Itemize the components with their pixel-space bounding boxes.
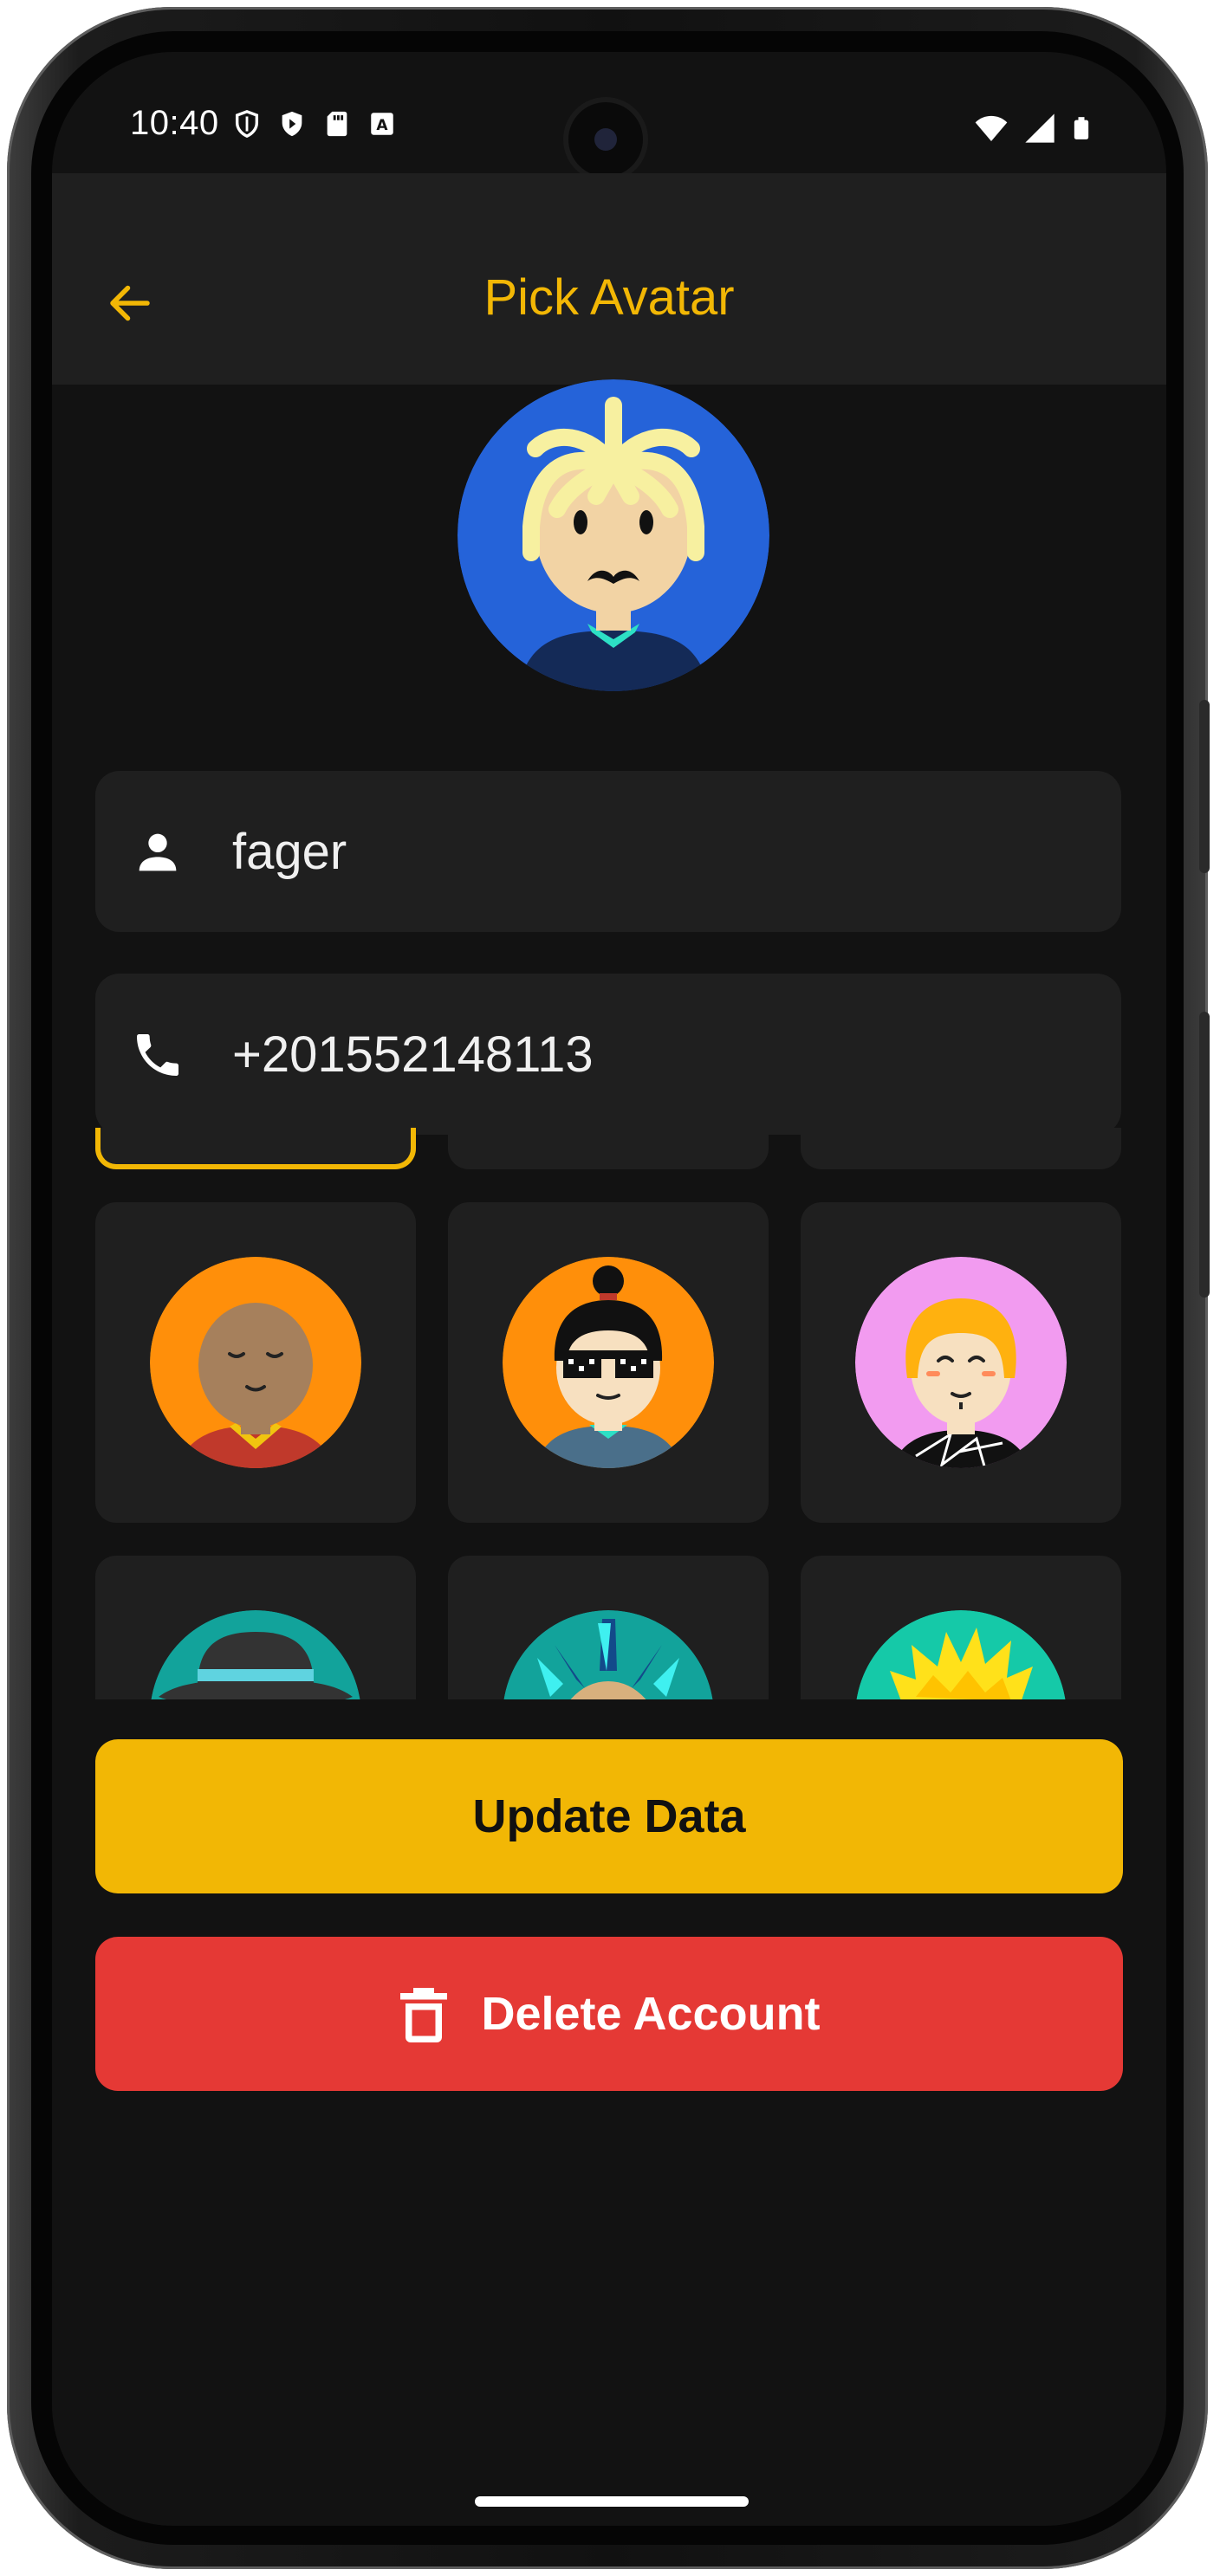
name-value: fager — [232, 824, 347, 880]
avatar-option[interactable] — [448, 1202, 769, 1523]
screen: 10:40 A Pick Avatar fager +201552148113 … — [52, 52, 1166, 2526]
phone-field[interactable]: +201552148113 — [95, 974, 1121, 1135]
status-right-icons — [972, 109, 1093, 147]
avatar-teal-mohawk — [503, 1610, 714, 1699]
sd-card-icon — [322, 107, 352, 140]
phone-value: +201552148113 — [232, 1026, 594, 1083]
avatar-option[interactable] — [801, 1556, 1121, 1699]
avatar-option[interactable] — [801, 1202, 1121, 1523]
svg-text:A: A — [376, 117, 388, 134]
status-bar: 10:40 A — [52, 52, 1166, 177]
avatar-option[interactable] — [95, 1128, 416, 1169]
battery-icon — [1074, 117, 1089, 139]
gesture-nav-handle[interactable] — [475, 2496, 749, 2507]
trash-icon — [400, 1988, 448, 2042]
play-protect-icon — [277, 107, 307, 140]
update-data-button[interactable]: Update Data — [95, 1739, 1123, 1893]
person-icon — [139, 833, 177, 871]
app-bar: Pick Avatar — [52, 173, 1166, 385]
delete-account-button[interactable]: Delete Account — [95, 1937, 1123, 2091]
avatar-teal-hat — [150, 1610, 361, 1699]
avatar-orange-sleepy — [150, 1257, 361, 1468]
avatar-option[interactable] — [95, 1202, 416, 1523]
avatar-pink-blonde — [855, 1257, 1067, 1468]
status-time: 10:40 — [130, 104, 219, 142]
avatar-option[interactable] — [95, 1556, 416, 1699]
status-left-icons: A — [232, 107, 397, 140]
update-data-label: Update Data — [472, 1790, 746, 1842]
name-field[interactable]: fager — [95, 771, 1121, 932]
phone-frame: 10:40 A Pick Avatar fager +201552148113 … — [7, 7, 1210, 2569]
signal-icon — [1025, 113, 1055, 143]
selected-avatar — [458, 379, 769, 691]
keyboard-a-icon: A — [367, 107, 397, 140]
volume-button — [1199, 700, 1210, 873]
avatar-teal-yellow-hair — [855, 1610, 1067, 1699]
power-button — [1199, 1012, 1210, 1298]
avatar-option[interactable] — [801, 1128, 1121, 1169]
avatar-option[interactable] — [448, 1556, 769, 1699]
delete-account-label: Delete Account — [481, 1988, 821, 2040]
page-title: Pick Avatar — [483, 269, 735, 326]
avatar-glasses-bun — [503, 1257, 714, 1468]
front-camera — [568, 102, 643, 177]
avatar-option[interactable] — [448, 1128, 769, 1169]
avatar-grid — [95, 1128, 1123, 1699]
wifi-icon — [975, 115, 1008, 141]
shield-icon — [232, 107, 262, 140]
phone-icon — [137, 1034, 178, 1076]
